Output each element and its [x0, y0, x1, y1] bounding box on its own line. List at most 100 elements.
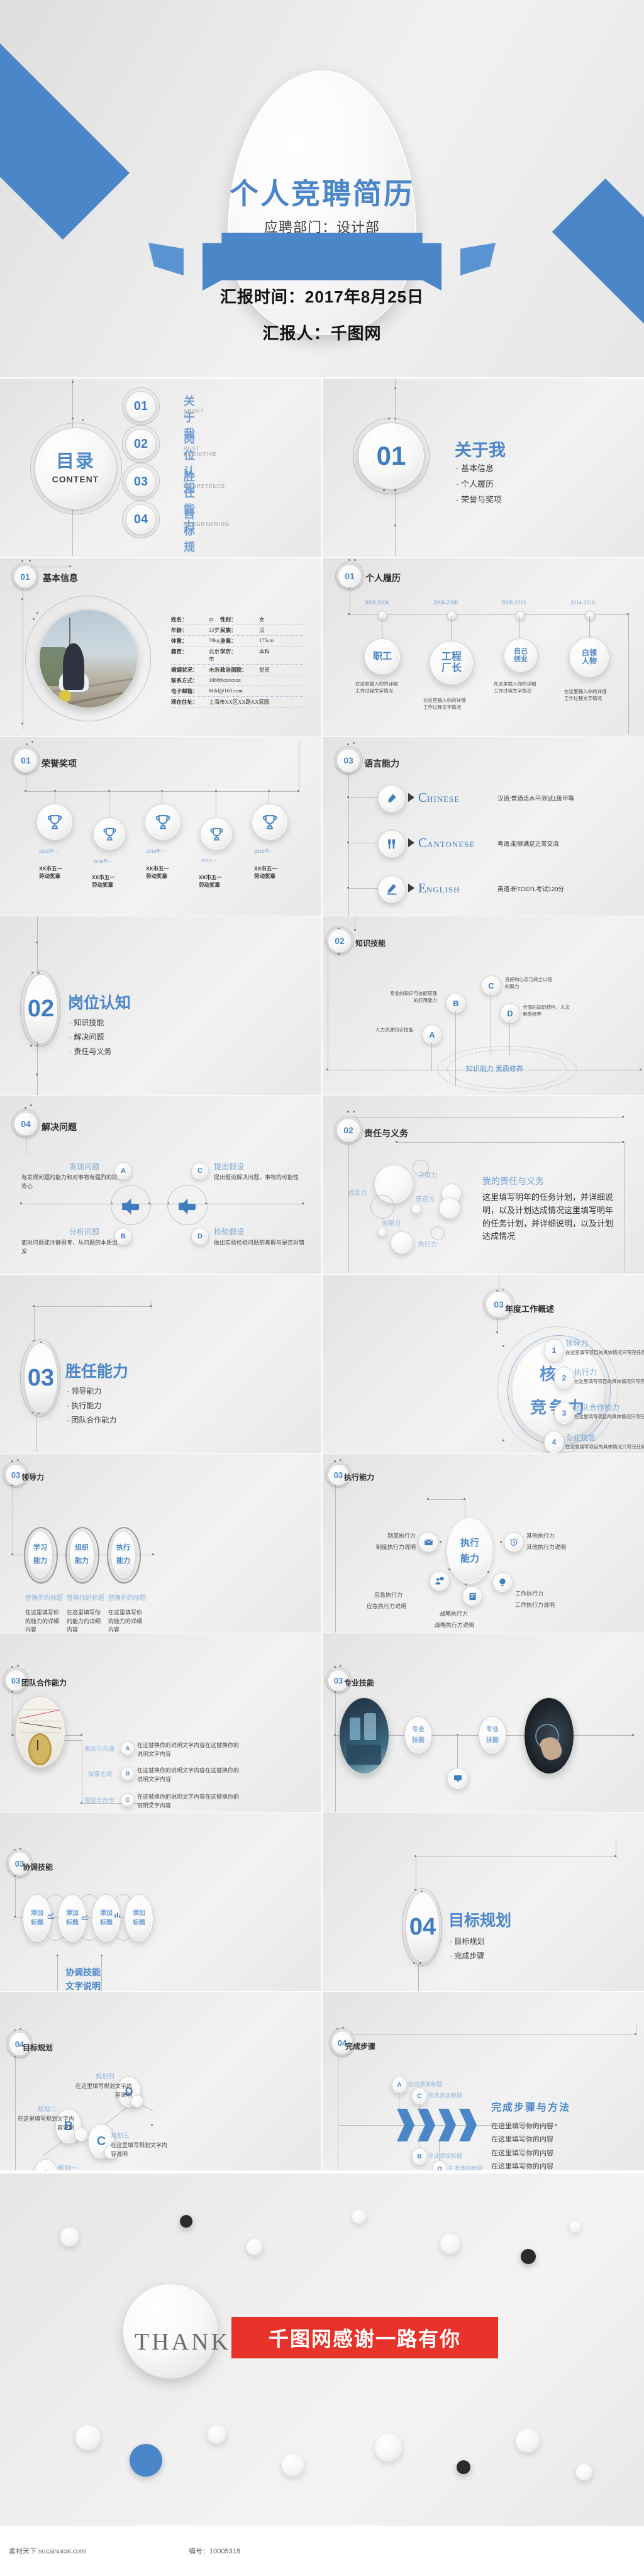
- resume-title: 个人履历: [365, 573, 401, 583]
- award-name-2: XX市五一 劳动奖章: [92, 874, 115, 888]
- problem-text-C: 提出假设解决问题，事物的可能性: [214, 1174, 299, 1180]
- skills-title: 专业技能: [344, 1679, 375, 1687]
- toc-heading-en: CONTENT: [52, 474, 99, 484]
- footer-source: 素材天下 sucaisucai.com: [9, 2548, 86, 2555]
- problem-head-C: 提出假设: [214, 1162, 245, 1171]
- skills-photo-right: [524, 1697, 574, 1774]
- toc-sub-3: COMPETENCE: [184, 484, 226, 489]
- execution-head-5: 工作执行力: [515, 1591, 544, 1597]
- knowledge-key-A: A: [422, 1024, 442, 1045]
- language-name-1: CHINESE: [418, 790, 460, 805]
- execution-head-4: 战略执行力: [440, 1611, 469, 1617]
- decor-bubble: [375, 2434, 402, 2462]
- resume-role-1: 职工: [364, 638, 401, 675]
- awards-title: 荣誉奖项: [42, 758, 77, 769]
- section-01-title: 关于我: [455, 441, 506, 460]
- profile-photo: [39, 609, 138, 708]
- decor-bubble: [576, 2464, 592, 2480]
- duty-number: 02: [336, 1118, 360, 1142]
- duty-bubble-label-3: 感召力: [416, 1196, 435, 1203]
- slide-thanks: THANKS 千图网感谢一路有你: [0, 2174, 644, 2526]
- decor-bubble: [247, 2239, 263, 2255]
- steps-title: 完成步骤: [345, 2042, 376, 2051]
- duty-title: 责任与义务: [364, 1128, 408, 1138]
- slide-knowledge: 02 知识技能 知识能力 素质修养 A 人力资源知识技能 B 专业的知识与技能较…: [323, 916, 644, 1095]
- team-key-2: B: [121, 1767, 135, 1780]
- goal-head-B: 规划二: [38, 2106, 57, 2113]
- language-title: 语言能力: [364, 758, 399, 769]
- slide-problem: 04 解决问题 A 发现问题 有发现问题的能力和对事物有强烈的好奇心 B 分析问…: [0, 1096, 321, 1274]
- hand-point-icon: [176, 1195, 197, 1215]
- slide-duty: 02 责任与义务 远见力 决策力 感召力 创新力 执行力 我的责任与义务 这里填…: [323, 1096, 644, 1274]
- execution-head-1: 制度执行力: [387, 1533, 416, 1539]
- globe-icon: [492, 1572, 513, 1592]
- team-head-2: 做事主动: [88, 1771, 113, 1778]
- arrow-icon: [408, 884, 414, 892]
- skills-pill-2: 专业 技能: [479, 1716, 506, 1754]
- resume-desc-4: 在这里输入你的详细工作过程文字情况: [564, 689, 607, 701]
- problem-text-D: 做出实验检验问题的真假与是否对错: [214, 1240, 305, 1246]
- decor-bubble: [208, 2425, 226, 2444]
- team-text-2: 在这替换你的说明文字内容在这替换你的说明文字内容: [137, 1767, 240, 1782]
- team-photo: [15, 1696, 65, 1768]
- toc-label-4: 目标规划: [184, 508, 196, 553]
- language-desc-2: 粤语:能够满足正常交流: [497, 841, 559, 848]
- slide-section-04: 04 目标规划 · 目标规划 · 完成步骤: [323, 1813, 644, 1991]
- steps-key-C: C: [412, 2087, 427, 2105]
- toc-heading-circle: 目录 CONTENT: [35, 428, 116, 509]
- execution-text-1: 制度执行力说明: [375, 1544, 416, 1550]
- resume-role-3: 自己 创业: [504, 638, 538, 672]
- resume-desc-1: 在这里输入你的详细工作过程文字情况: [355, 681, 398, 694]
- steps-label-D: 在此添加标题: [448, 2165, 483, 2170]
- team-title: 团队合作能力: [21, 1679, 67, 1687]
- table-row: 联系方式： 18888xxxxxxx: [171, 675, 304, 686]
- slide-awards: 01 荣誉奖项 2002年--- XX市五一 劳动奖章 2008年--- XX市…: [0, 737, 321, 916]
- arrow-icon: [408, 793, 414, 802]
- core-text-2: 在这里填写项目的具体情况只写完任务说明: [574, 1379, 644, 1384]
- team-head-3: 宽容与合作: [84, 1797, 114, 1804]
- execution-text-5: 工作执行力说明: [515, 1602, 555, 1608]
- leadership-head-3: 替换你的标题: [108, 1595, 146, 1602]
- execution-center: 执行 能力: [447, 1518, 492, 1584]
- slide-skills: 03 专业技能 专业 技能 专业 技能: [323, 1633, 644, 1812]
- slide-resume: 01 个人履历 2000-2006 职工 在这里输入你的详细工作过程文字情况 2…: [323, 558, 644, 736]
- knowledge-text-A: 人力资源知识技能: [375, 1027, 413, 1033]
- problem-head-B: 分析问题: [69, 1228, 100, 1236]
- core-number-2: 2: [554, 1367, 574, 1389]
- toc-number-4: 04: [126, 504, 156, 535]
- core-text-1: 在这里填写项目的具体情况只写完任务说明: [565, 1350, 644, 1355]
- duty-bubble-label-2: 决策力: [418, 1172, 437, 1179]
- leadership-head-1: 替换你的标题: [25, 1595, 63, 1602]
- team-key-1: A: [121, 1741, 135, 1755]
- goal-title: 目标规划: [23, 2043, 53, 2052]
- skills-photo-left: [339, 1697, 389, 1774]
- duty-head: 我的责任与义务: [482, 1177, 544, 1187]
- execution-text-3: 应急执行力说明: [367, 1603, 407, 1609]
- duty-bubble-label-5: 执行力: [418, 1241, 437, 1248]
- decor-bubble: [180, 2215, 192, 2228]
- problem-text-A: 有发现问题的能力和对事物有强烈的好奇心: [21, 1174, 118, 1189]
- goal-text-C: 在这里填写规划文字内容说明: [111, 2142, 168, 2157]
- decor-bubble: [457, 2460, 470, 2474]
- slide-toc: 目录 CONTENT 01 关于我 ABOUT ME 02 岗位认知 POST …: [0, 379, 321, 557]
- leadership-ring-3: 执行 能力: [111, 1531, 136, 1579]
- trophy-icon: [252, 804, 288, 840]
- team-key-3: C: [121, 1793, 135, 1807]
- decor-bubble: [352, 2210, 366, 2224]
- resume-desc-3: 在这里输入你的详细工作过程文字情况: [494, 681, 536, 694]
- slide-cover: 个人竞聘简历 应聘部门：设计部 汇报时间：2017年8月25日 汇报人：千图网: [0, 0, 644, 377]
- toc-number-3: 03: [126, 467, 156, 497]
- slide-steps: 04 完成步骤 A 在此添加标题 B 在此添加标题 C 在此添加标题 D 在此添…: [323, 1992, 644, 2170]
- problem-number: 04: [14, 1112, 38, 1136]
- footer-id: 编号：10005318: [189, 2548, 240, 2555]
- arrow-icon: [408, 838, 414, 847]
- section-03-number: 03: [24, 1343, 58, 1413]
- basic-info-number: 01: [14, 565, 36, 588]
- goal-text-D: 在这里填写规划文字内容说明: [75, 2083, 132, 2098]
- steps-key-D: D: [432, 2160, 447, 2170]
- section-03-title: 胜任能力: [65, 1363, 129, 1380]
- trophy-icon: [36, 804, 73, 840]
- pen-icon: [378, 785, 406, 813]
- language-desc-1: 汉语:普通话水平测试1级甲等: [497, 796, 574, 802]
- team-head-1: 表达与沟通: [84, 1746, 114, 1753]
